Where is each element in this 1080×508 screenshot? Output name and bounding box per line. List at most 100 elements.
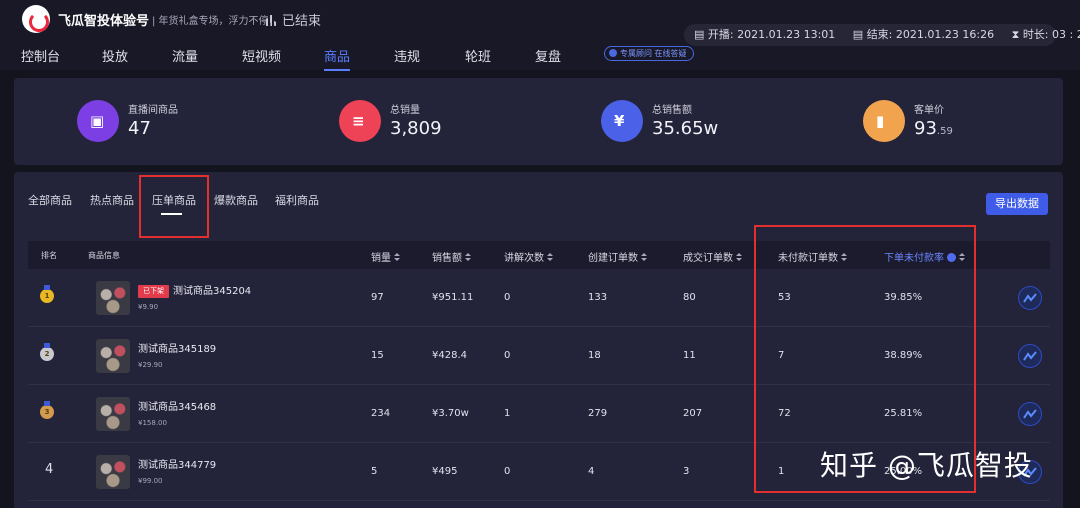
tab-welfare-products[interactable]: 福利商品 — [275, 192, 319, 208]
sort-icon[interactable] — [641, 253, 647, 262]
summary-stats: ▣ 直播间商品 47 ≡ 总销量 3,809 ¥ 总销售额 35.65w ▮ 客… — [14, 78, 1063, 165]
account-name[interactable]: 飞瓜智投体验号 — [58, 10, 149, 29]
trend-chart-icon[interactable] — [1018, 402, 1042, 426]
cell-sales: 15 — [371, 350, 384, 361]
bronze-medal-icon: 3 — [40, 401, 54, 419]
col-deal-orders[interactable]: 成交订单数 — [683, 249, 742, 264]
col-created-orders[interactable]: 创建订单数 — [588, 249, 647, 264]
cell-explain: 1 — [504, 408, 511, 419]
live-time-info: ▤ 开播: 2021.01.23 13:01 ▤ 结束: 2021.01.23 … — [684, 24, 1080, 46]
table-row[interactable]: 1 已下架 测试商品345204 ¥9.90 97 ¥951.11 0 133 8… — [28, 269, 1050, 327]
cell-revenue: ¥495 — [432, 466, 458, 477]
col-explain-count[interactable]: 讲解次数 — [504, 249, 553, 264]
col-product-info: 商品信息 — [88, 251, 120, 260]
document-icon: ≡ — [339, 100, 381, 142]
cell-revenue: ¥951.11 — [432, 292, 474, 303]
advisor-button[interactable]: 专属顾问 在线答疑 — [604, 46, 694, 61]
table-row[interactable]: 3 测试商品345468 ¥158.00 234 ¥3.70w 1 279 20… — [28, 385, 1050, 443]
product-name[interactable]: 已下架 测试商品345204 — [138, 282, 251, 298]
col-unpaid-orders[interactable]: 未付款订单数 — [778, 249, 847, 264]
main-nav: 控制台 投放 流量 短视频 商品 违规 轮班 复盘 — [0, 44, 700, 71]
cell-sales: 234 — [371, 408, 391, 419]
cell-unpaid-rate: 25.81% — [884, 408, 923, 419]
col-sales[interactable]: 销量 — [371, 249, 400, 264]
cell-deal: 3 — [683, 466, 690, 477]
chat-icon — [609, 49, 617, 57]
product-price: ¥158.00 — [138, 419, 167, 427]
cell-unpaid: 72 — [778, 408, 791, 419]
silver-medal-icon: 2 — [40, 343, 54, 361]
watermark: 知乎 @飞瓜智投 — [820, 449, 1033, 482]
duration-label: 时长: — [1022, 28, 1049, 41]
tab-hot-products[interactable]: 热点商品 — [90, 192, 134, 208]
live-room-title: | 年货礼盒专场，浮力不停 — [152, 16, 269, 27]
duration: ⧗ 时长: 03 : 25 — [1011, 28, 1080, 41]
shopping-bag-icon: ▣ — [77, 100, 119, 142]
col-unpaid-rate[interactable]: 下单未付款率 — [884, 249, 965, 264]
bar-chart-icon — [266, 15, 277, 26]
nav-traffic[interactable]: 流量 — [172, 46, 198, 65]
live-status: 已结束 — [266, 10, 321, 29]
nav-placement[interactable]: 投放 — [102, 46, 128, 65]
cell-deal: 11 — [683, 350, 696, 361]
cell-unpaid: 1 — [778, 466, 785, 477]
end-time: ▤ 结束: 2021.01.23 16:26 — [852, 28, 995, 41]
cell-deal: 207 — [683, 408, 703, 419]
cell-deal: 80 — [683, 292, 696, 303]
product-thumbnail[interactable] — [96, 455, 130, 489]
sort-icon[interactable] — [736, 253, 742, 262]
cell-unpaid: 53 — [778, 292, 791, 303]
sort-icon[interactable] — [547, 253, 553, 262]
nav-short-video[interactable]: 短视频 — [242, 46, 281, 65]
cell-revenue: ¥428.4 — [432, 350, 467, 361]
cell-sales: 5 — [371, 466, 378, 477]
product-thumbnail[interactable] — [96, 281, 130, 315]
table-header: 排名 商品信息 销量 销售额 讲解次数 创建订单数 成交订单数 未付款订单数 下… — [28, 241, 1050, 269]
cell-explain: 0 — [504, 350, 511, 361]
cell-created: 133 — [588, 292, 608, 303]
trend-chart-icon[interactable] — [1018, 344, 1042, 368]
nav-review[interactable]: 复盘 — [535, 46, 561, 65]
col-revenue[interactable]: 销售额 — [432, 249, 471, 264]
product-thumbnail[interactable] — [96, 397, 130, 431]
nav-products[interactable]: 商品 — [324, 46, 351, 71]
cell-revenue: ¥3.70w — [432, 408, 469, 419]
tab-bestsellers[interactable]: 爆款商品 — [214, 192, 258, 208]
sort-icon[interactable] — [394, 253, 400, 262]
product-name[interactable]: 测试商品344779 — [138, 456, 216, 471]
tab-pending-orders[interactable]: 压单商品 — [152, 192, 196, 215]
nav-console[interactable]: 控制台 — [21, 46, 60, 65]
product-price: ¥9.90 — [138, 303, 159, 311]
sort-icon[interactable] — [465, 253, 471, 262]
nav-shifts[interactable]: 轮班 — [465, 46, 491, 65]
cell-unpaid-rate: 39.85% — [884, 292, 923, 303]
nav-violations[interactable]: 违规 — [394, 46, 420, 65]
cell-explain: 0 — [504, 292, 511, 303]
tab-all-products[interactable]: 全部商品 — [28, 192, 72, 208]
info-icon[interactable] — [947, 253, 956, 262]
sort-icon[interactable] — [959, 253, 965, 262]
product-name[interactable]: 测试商品345468 — [138, 398, 216, 413]
cell-unpaid-rate: 38.89% — [884, 350, 923, 361]
top-bar: 飞瓜智投体验号 | 年货礼盒专场，浮力不停 已结束 ▤ 开播: 2021.01.… — [0, 0, 1080, 71]
product-thumbnail[interactable] — [96, 339, 130, 373]
sort-icon[interactable] — [841, 253, 847, 262]
cell-explain: 0 — [504, 466, 511, 477]
table-row[interactable]: 2 测试商品345189 ¥29.90 15 ¥428.4 0 18 11 7 … — [28, 327, 1050, 385]
cell-sales: 97 — [371, 292, 384, 303]
trend-chart-icon[interactable] — [1018, 286, 1042, 310]
rank-number: 4 — [45, 462, 54, 477]
receipt-icon: ▮ — [863, 100, 905, 142]
cell-created: 18 — [588, 350, 601, 361]
yen-coin-icon: ¥ — [601, 100, 643, 142]
start-time: ▤ 开播: 2021.01.23 13:01 — [694, 28, 836, 41]
gold-medal-icon: 1 — [40, 285, 54, 303]
cell-unpaid: 7 — [778, 350, 785, 361]
cell-created: 279 — [588, 408, 608, 419]
product-price: ¥99.00 — [138, 477, 163, 485]
start-label: 开播: — [707, 28, 734, 41]
product-price: ¥29.90 — [138, 361, 163, 369]
product-name[interactable]: 测试商品345189 — [138, 340, 216, 355]
live-status-label: 已结束 — [282, 14, 322, 29]
export-data-button[interactable]: 导出数据 — [986, 193, 1048, 215]
